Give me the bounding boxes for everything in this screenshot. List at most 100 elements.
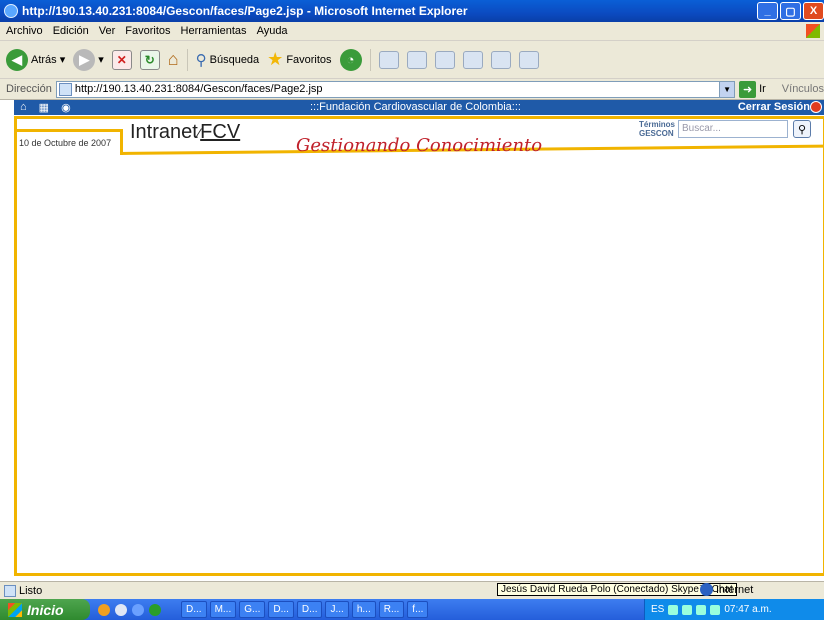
chevron-down-icon: ▾ bbox=[59, 54, 66, 66]
forward-button[interactable]: ▶ ▾ bbox=[73, 48, 104, 71]
browser-toolbar: ◀ Atrás ▾ ▶ ▾ ✕ ↻ ⌂ ⚲ Búsqueda ★ Favorit… bbox=[0, 41, 824, 79]
tray-icon[interactable] bbox=[710, 604, 721, 615]
start-label: Inicio bbox=[27, 601, 64, 618]
task-button[interactable]: f... bbox=[407, 601, 429, 618]
slogan: Gestionando Conocimiento bbox=[296, 135, 543, 156]
tools-button[interactable] bbox=[518, 50, 539, 69]
address-bar: Dirección http://190.13.40.231:8084/Gesc… bbox=[0, 79, 824, 100]
help-icon[interactable]: ◉ bbox=[61, 101, 71, 114]
refresh-button[interactable]: ↻ bbox=[139, 49, 160, 70]
logout-icon[interactable] bbox=[810, 101, 822, 113]
close-button[interactable]: X bbox=[803, 2, 824, 20]
back-label: Atrás bbox=[31, 53, 57, 66]
toolbar-separator bbox=[186, 48, 188, 71]
status-text: Listo bbox=[19, 584, 43, 597]
logout-link[interactable]: Cerrar Sesión bbox=[738, 101, 810, 113]
globe-icon bbox=[700, 583, 713, 596]
home-icon[interactable]: ⌂ bbox=[20, 101, 27, 114]
site-header-bar: ⌂ ▦ ◉ :::Fundación Cardiovascular de Col… bbox=[14, 100, 824, 115]
task-button[interactable]: J... bbox=[325, 601, 349, 618]
chevron-down-icon: ▾ bbox=[98, 54, 104, 66]
folder-button[interactable] bbox=[462, 50, 483, 69]
tray-icon[interactable] bbox=[682, 604, 693, 615]
quicklaunch-firefox-icon[interactable] bbox=[98, 603, 110, 616]
language-indicator[interactable]: ES bbox=[651, 604, 664, 615]
menu-herramientas[interactable]: Herramientas bbox=[181, 25, 247, 37]
window-title: http://190.13.40.231:8084/Gescon/faces/P… bbox=[22, 4, 468, 18]
go-label: Ir bbox=[759, 83, 766, 95]
frame-tab-line bbox=[14, 129, 122, 132]
intranet-logo[interactable]: Intranet⁄FCV bbox=[130, 121, 240, 144]
ie-logo-icon bbox=[4, 4, 18, 18]
search-icon: ⚲ bbox=[797, 123, 807, 136]
system-tray: ES 07:47 a.m. bbox=[644, 599, 824, 620]
content-frame bbox=[14, 116, 824, 576]
task-button[interactable]: M... bbox=[209, 601, 237, 618]
edit-button[interactable] bbox=[434, 50, 455, 69]
tray-icon[interactable] bbox=[668, 604, 679, 615]
quicklaunch-media-icon[interactable] bbox=[149, 603, 161, 616]
history-button[interactable]: ◔ bbox=[339, 48, 362, 71]
mail-button[interactable] bbox=[378, 50, 399, 69]
url-input[interactable]: http://190.13.40.231:8084/Gescon/faces/P… bbox=[55, 80, 736, 98]
menu-bar: Archivo Edición Ver Favoritos Herramient… bbox=[0, 22, 824, 41]
terms-link[interactable]: Términos GESCON bbox=[639, 120, 675, 138]
back-button[interactable]: ◀ Atrás ▾ bbox=[6, 48, 66, 71]
quicklaunch-ie-icon[interactable] bbox=[132, 603, 144, 616]
window-controls: _ ▢ X bbox=[757, 2, 824, 20]
taskbar: Inicio D... M... G... D... D... J... h..… bbox=[0, 599, 824, 620]
maximize-button[interactable]: ▢ bbox=[780, 2, 801, 20]
brand-fcv: FCV bbox=[200, 121, 241, 143]
header-icons: ⌂ ▦ ◉ bbox=[20, 101, 71, 114]
search-button[interactable]: ⚲ Búsqueda bbox=[196, 51, 260, 69]
stop-button[interactable]: ✕ bbox=[111, 49, 132, 70]
url-dropdown-button[interactable]: ▼ bbox=[719, 81, 735, 97]
home-button[interactable]: ⌂ bbox=[168, 49, 179, 70]
page-status-icon bbox=[4, 584, 16, 597]
security-zone: Internet bbox=[700, 583, 753, 596]
menu-ayuda[interactable]: Ayuda bbox=[257, 25, 288, 37]
site-search-input[interactable]: Buscar... bbox=[678, 120, 788, 138]
menu-archivo[interactable]: Archivo bbox=[6, 25, 43, 37]
favorites-button[interactable]: ★ Favoritos bbox=[267, 49, 331, 70]
address-label: Dirección bbox=[6, 83, 52, 95]
task-button[interactable]: h... bbox=[351, 601, 376, 618]
status-bar: Listo Jesús David Rueda Polo (Conectado)… bbox=[0, 581, 824, 599]
zone-label: Internet bbox=[716, 583, 754, 596]
go-button[interactable]: ➜ Ir bbox=[739, 80, 766, 98]
minimize-button[interactable]: _ bbox=[757, 2, 778, 20]
url-text: http://190.13.40.231:8084/Gescon/faces/P… bbox=[74, 83, 323, 95]
menu-favoritos[interactable]: Favoritos bbox=[125, 25, 170, 37]
task-button[interactable]: D... bbox=[181, 601, 207, 618]
menu-edicion[interactable]: Edición bbox=[53, 25, 89, 37]
tray-icon[interactable] bbox=[696, 604, 707, 615]
menu-ver[interactable]: Ver bbox=[99, 25, 116, 37]
search-label: Búsqueda bbox=[209, 53, 260, 66]
task-button[interactable]: D... bbox=[296, 601, 323, 618]
current-date: 10 de Octubre de 2007 bbox=[19, 138, 112, 148]
site-search-button[interactable]: ⚲ bbox=[793, 120, 811, 138]
search-icon: ⚲ bbox=[195, 51, 207, 69]
back-arrow-icon: ◀ bbox=[6, 48, 28, 71]
print-button[interactable] bbox=[406, 50, 427, 69]
favorites-label: Favoritos bbox=[286, 53, 332, 66]
windows-logo-icon bbox=[8, 602, 22, 617]
windows-logo-icon bbox=[806, 24, 820, 38]
sitemap-icon[interactable]: ▦ bbox=[39, 101, 49, 114]
brand-intranet: Intranet bbox=[130, 121, 198, 143]
task-button[interactable]: D... bbox=[268, 601, 294, 618]
links-button[interactable]: Vínculos bbox=[782, 83, 824, 95]
messenger-button[interactable] bbox=[490, 50, 511, 69]
start-button[interactable]: Inicio bbox=[0, 599, 90, 620]
terms-line2: GESCON bbox=[639, 129, 674, 138]
window-title-bar[interactable]: http://190.13.40.231:8084/Gescon/faces/P… bbox=[0, 0, 824, 22]
page-icon bbox=[58, 82, 72, 96]
task-buttons: D... M... G... D... D... J... h... R... … bbox=[181, 601, 429, 618]
page-content: ⌂ ▦ ◉ :::Fundación Cardiovascular de Col… bbox=[0, 100, 824, 580]
star-icon: ★ bbox=[267, 49, 284, 69]
quicklaunch-desktop-icon[interactable] bbox=[115, 603, 127, 616]
task-button[interactable]: G... bbox=[239, 601, 266, 618]
task-button[interactable]: R... bbox=[378, 601, 405, 618]
terms-line1: Términos bbox=[639, 120, 676, 129]
toolbar-separator bbox=[369, 48, 371, 71]
